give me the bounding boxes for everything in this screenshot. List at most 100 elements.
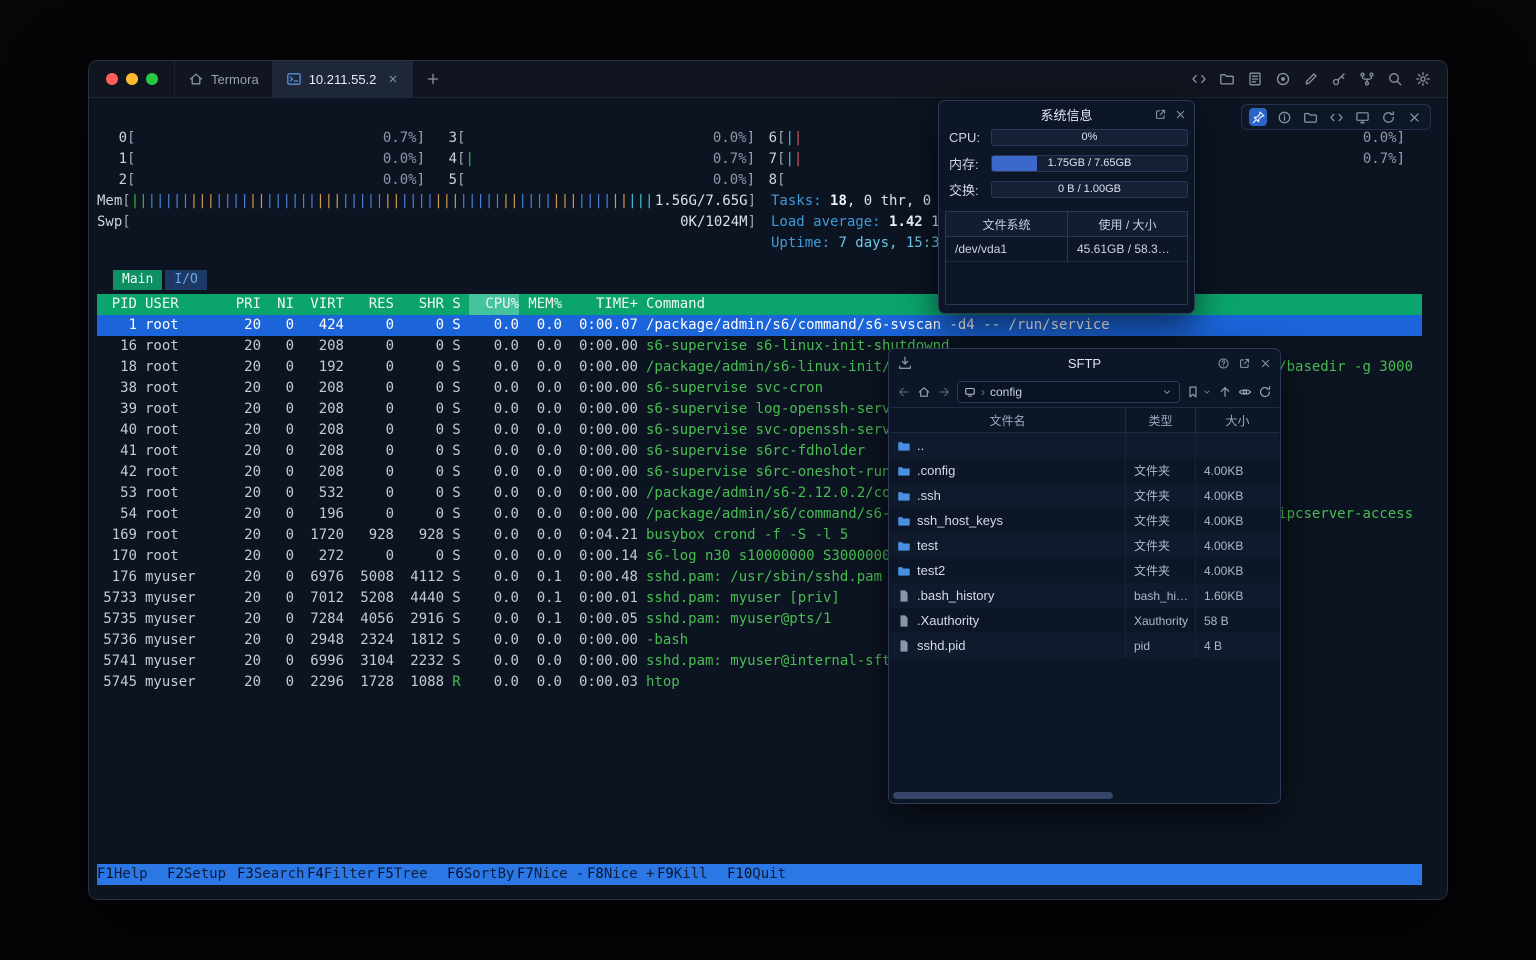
show-hidden-icon[interactable] bbox=[1238, 385, 1252, 399]
memory-label: 内存: bbox=[949, 154, 991, 173]
close-icon[interactable] bbox=[1259, 357, 1272, 370]
column-header-virt[interactable]: VIRT bbox=[294, 294, 344, 315]
file-row-..[interactable]: .. bbox=[890, 433, 1279, 458]
fork-icon[interactable] bbox=[1359, 71, 1375, 87]
back-icon[interactable] bbox=[897, 385, 911, 399]
column-header-res[interactable]: RES bbox=[344, 294, 394, 315]
fn-f9[interactable]: F9Kill bbox=[657, 864, 727, 885]
forward-icon[interactable] bbox=[937, 385, 951, 399]
minimize-window-button[interactable] bbox=[126, 73, 138, 85]
file-type bbox=[1126, 433, 1196, 458]
tab-host-label: 10.211.55.2 bbox=[309, 72, 377, 87]
key-icon[interactable] bbox=[1331, 71, 1347, 87]
refresh-icon[interactable] bbox=[1379, 108, 1397, 126]
htop-tab-i-o[interactable]: I/O bbox=[165, 270, 206, 290]
file-row-.config[interactable]: .config文件夹4.00KB bbox=[890, 458, 1279, 483]
file-row-ssh_host_keys[interactable]: ssh_host_keys文件夹4.00KB bbox=[890, 508, 1279, 533]
file-size: 1.60KB bbox=[1196, 583, 1279, 608]
filesystem-row[interactable]: /dev/vda1 45.61GB / 58.3… bbox=[946, 237, 1187, 262]
file-row-.bash_history[interactable]: .bash_history bash_hi…1.60KB bbox=[890, 583, 1279, 608]
file-row-test2[interactable]: test2文件夹4.00KB bbox=[890, 558, 1279, 583]
home-icon[interactable] bbox=[917, 385, 931, 399]
zoom-window-button[interactable] bbox=[146, 73, 158, 85]
refresh-icon[interactable] bbox=[1258, 385, 1272, 399]
file-name: ssh_host_keys bbox=[917, 513, 1003, 528]
edit-icon[interactable] bbox=[1303, 71, 1319, 87]
termora-window: Termora 10.211.55.2 0[0.7%]1[0.0%]2[0.0%… bbox=[88, 60, 1448, 900]
folder-icon[interactable] bbox=[1301, 108, 1319, 126]
column-header-cpu[interactable]: CPU% bbox=[469, 294, 519, 315]
bookmark-icon[interactable] bbox=[1186, 385, 1200, 399]
pin-icon[interactable] bbox=[1249, 108, 1267, 126]
code-icon[interactable] bbox=[1327, 108, 1345, 126]
tab-host-10-211-55-2[interactable]: 10.211.55.2 bbox=[272, 61, 414, 98]
help-icon[interactable] bbox=[1217, 357, 1230, 370]
file-name: .. bbox=[917, 438, 924, 453]
path-breadcrumb[interactable]: › config bbox=[957, 381, 1180, 403]
close-icon[interactable] bbox=[1405, 108, 1423, 126]
file-name: .config bbox=[917, 463, 955, 478]
settings-icon[interactable] bbox=[1415, 71, 1431, 87]
filesystem-table: 文件系统 使用 / 大小 /dev/vda1 45.61GB / 58.3… bbox=[945, 211, 1188, 305]
htop-tab-main[interactable]: Main bbox=[113, 270, 162, 290]
info-icon[interactable] bbox=[1275, 108, 1293, 126]
close-window-button[interactable] bbox=[106, 73, 118, 85]
code-icon[interactable] bbox=[1191, 71, 1207, 87]
column-header-mem[interactable]: MEM% bbox=[519, 294, 562, 315]
monitor-icon[interactable] bbox=[1353, 108, 1371, 126]
process-row-1[interactable]: 1root20042400S0.00.00:00.07/package/admi… bbox=[97, 315, 1422, 336]
column-header-type[interactable]: 类型 bbox=[1126, 408, 1196, 432]
column-header-time[interactable]: TIME+ bbox=[562, 294, 638, 315]
file-type: bash_hi… bbox=[1126, 583, 1196, 608]
sftp-title: SFTP bbox=[1068, 356, 1101, 371]
close-tab-icon[interactable] bbox=[387, 73, 399, 85]
column-header-s[interactable]: S bbox=[444, 294, 469, 315]
column-header-pri[interactable]: PRI bbox=[221, 294, 261, 315]
tab-termora-home[interactable]: Termora bbox=[174, 61, 272, 98]
record-icon[interactable] bbox=[1275, 71, 1291, 87]
column-header-ni[interactable]: NI bbox=[261, 294, 294, 315]
path-segment[interactable]: config bbox=[990, 385, 1022, 399]
fn-f8[interactable]: F8Nice + bbox=[587, 864, 657, 885]
bookmark-chevron-icon[interactable] bbox=[1202, 387, 1212, 397]
folder-icon bbox=[897, 439, 911, 453]
journal-icon[interactable] bbox=[1247, 71, 1263, 87]
column-header-filesystem: 文件系统 bbox=[946, 212, 1068, 236]
open-in-new-icon[interactable] bbox=[1154, 108, 1167, 121]
transfers-icon[interactable] bbox=[897, 355, 913, 371]
file-row-sshd.pid[interactable]: sshd.pidpid4 B bbox=[890, 633, 1279, 658]
search-icon[interactable] bbox=[1387, 71, 1403, 87]
fn-f1[interactable]: F1Help bbox=[97, 864, 167, 885]
file-type: Xauthority bbox=[1126, 608, 1196, 633]
file-row-test[interactable]: test文件夹4.00KB bbox=[890, 533, 1279, 558]
up-directory-icon[interactable] bbox=[1218, 385, 1232, 399]
chevron-down-icon[interactable] bbox=[1161, 386, 1173, 398]
file-row-.Xauthority[interactable]: .XauthorityXauthority58 B bbox=[890, 608, 1279, 633]
file-row-.ssh[interactable]: .ssh文件夹4.00KB bbox=[890, 483, 1279, 508]
column-header-size[interactable]: 大小 bbox=[1196, 408, 1279, 432]
terminal-icon bbox=[286, 71, 302, 87]
fn-f4[interactable]: F4Filter bbox=[307, 864, 377, 885]
horizontal-scrollbar[interactable] bbox=[893, 792, 1113, 799]
memory-progress-bar: 1.75GB / 7.65GB bbox=[991, 155, 1188, 172]
open-in-new-icon[interactable] bbox=[1238, 357, 1251, 370]
file-type: 文件夹 bbox=[1126, 458, 1196, 483]
fn-f10[interactable]: F10Quit bbox=[727, 864, 797, 885]
fn-f7[interactable]: F7Nice - bbox=[517, 864, 587, 885]
fn-f6[interactable]: F6SortBy bbox=[447, 864, 517, 885]
column-header-filename[interactable]: 文件名 bbox=[890, 408, 1126, 432]
folder-icon[interactable] bbox=[1219, 71, 1235, 87]
column-header-user[interactable]: USER bbox=[137, 294, 221, 315]
memory-usage-row: 内存: 1.75GB / 7.65GB bbox=[949, 153, 1188, 173]
fn-f2[interactable]: F2Setup bbox=[167, 864, 237, 885]
fn-f5[interactable]: F5Tree bbox=[377, 864, 447, 885]
column-header-shr[interactable]: SHR bbox=[394, 294, 444, 315]
file-name: .Xauthority bbox=[917, 613, 979, 628]
new-tab-button[interactable] bbox=[413, 71, 453, 87]
column-header-pid[interactable]: PID bbox=[97, 294, 137, 315]
cpu-meter-2: 2[0.0%] bbox=[113, 170, 425, 191]
fn-f3[interactable]: F3Search bbox=[237, 864, 307, 885]
close-icon[interactable] bbox=[1174, 108, 1187, 121]
file-name: .bash_history bbox=[917, 588, 994, 603]
traffic-lights bbox=[89, 73, 174, 85]
